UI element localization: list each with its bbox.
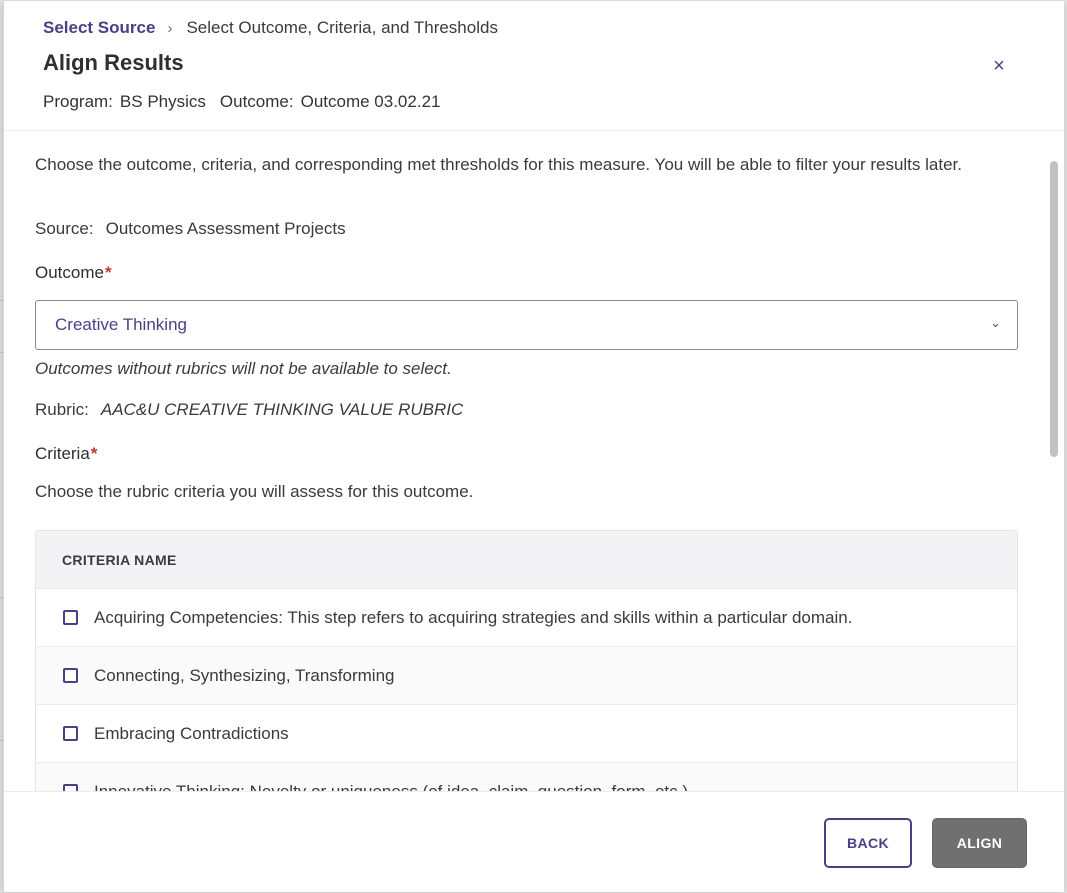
modal-title: Align Results [43,50,184,75]
back-button[interactable]: BACK [824,818,912,868]
outcome-field-label: Outcome* [35,263,112,283]
breadcrumb: Select Source › Select Outcome, Criteria… [43,18,498,38]
program-label: Program: [43,92,113,111]
close-icon[interactable]: × [986,53,1012,79]
scrollbar[interactable] [1050,161,1058,457]
source-label: Source: [35,219,94,238]
required-asterisk: * [104,263,112,282]
table-header: CRITERIA NAME [36,531,1017,589]
rubric-value: AAC&U CREATIVE THINKING VALUE RUBRIC [100,400,464,419]
program-value: BS Physics [119,92,206,111]
table-row[interactable]: Acquiring Competencies: This step refers… [36,589,1017,647]
breadcrumb-current-step: Select Outcome, Criteria, and Thresholds [186,18,498,37]
rubric-row: Rubric: AAC&U CREATIVE THINKING VALUE RU… [35,400,463,420]
criteria-name: Connecting, Synthesizing, Transforming [94,665,395,685]
source-row: Source: Outcomes Assessment Projects [35,219,346,239]
chevron-right-icon: › [167,19,173,37]
intro-text: Choose the outcome, criteria, and corres… [35,155,962,174]
criteria-field-label-text: Criteria [35,444,90,463]
align-button[interactable]: ALIGN [932,818,1027,868]
table-row[interactable]: Embracing Contradictions [36,705,1017,763]
criteria-checkbox[interactable] [63,726,78,741]
criteria-name: Acquiring Competencies: This step refers… [94,607,853,627]
outcome-select-value: Creative Thinking [55,315,187,334]
criteria-help-text: Choose the rubric criteria you will asse… [35,482,474,501]
criteria-name: Embracing Contradictions [94,723,289,743]
outcome-select[interactable]: Creative Thinking ⌄ [35,300,1018,350]
modal-meta: Program: BS Physics Outcome: Outcome 03.… [43,92,454,112]
criteria-checkbox[interactable] [63,668,78,683]
outcome-value: Outcome 03.02.21 [300,92,441,111]
modal-body[interactable]: Choose the outcome, criteria, and corres… [4,131,1064,791]
outcome-label: Outcome: [219,92,294,111]
criteria-name-column-header: CRITERIA NAME [62,551,177,568]
breadcrumb-select-source-link[interactable]: Select Source [43,18,155,38]
modal-header: Select Source › Select Outcome, Criteria… [4,1,1064,131]
criteria-name: Innovative Thinking: Novelty or uniquene… [94,781,689,792]
rubric-label: Rubric: [35,400,89,419]
criteria-table: CRITERIA NAME Acquiring Competencies: Th… [35,530,1018,791]
criteria-checkbox[interactable] [63,610,78,625]
modal-footer: BACK ALIGN [4,791,1064,892]
chevron-down-icon: ⌄ [990,315,1001,330]
outcome-field-label-text: Outcome [35,263,104,282]
align-results-modal: Select Source › Select Outcome, Criteria… [3,0,1064,892]
source-value: Outcomes Assessment Projects [105,219,346,238]
criteria-checkbox[interactable] [63,784,78,791]
table-row[interactable]: Connecting, Synthesizing, Transforming [36,647,1017,705]
table-row[interactable]: Innovative Thinking: Novelty or uniquene… [36,763,1017,791]
criteria-field-label: Criteria* [35,444,97,464]
outcome-helper-text: Outcomes without rubrics will not be ava… [35,359,452,378]
required-asterisk: * [90,444,98,463]
